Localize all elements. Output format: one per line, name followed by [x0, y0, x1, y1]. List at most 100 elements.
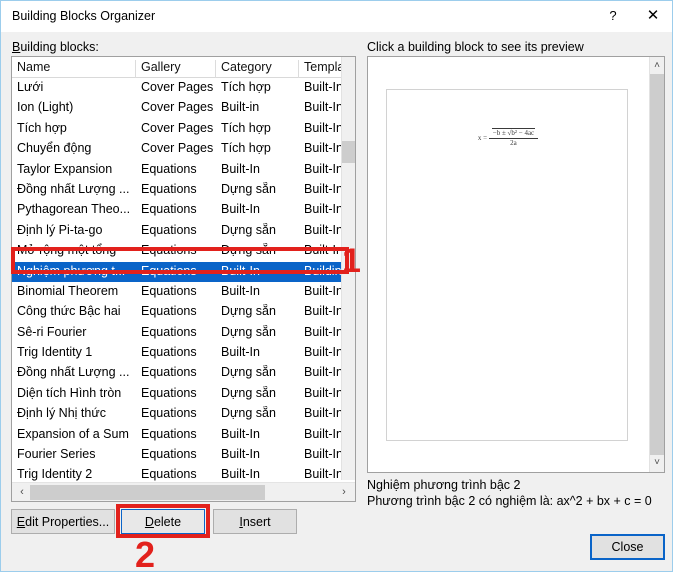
- cell-gallery: Equations: [141, 447, 217, 461]
- cell-name: Binomial Theorem: [17, 284, 137, 298]
- cell-template: Built-In l: [304, 284, 341, 298]
- cell-name: Chuyển động: [17, 141, 137, 155]
- cell-template: Built-In l: [304, 202, 341, 216]
- cell-category: Built-In: [221, 427, 301, 441]
- cell-name: Lưới: [17, 80, 137, 94]
- formula-denominator: 2a: [489, 139, 538, 147]
- preview-hint-label: Click a building block to see its previe…: [367, 40, 584, 54]
- cell-gallery: Equations: [141, 467, 217, 481]
- column-header-gallery[interactable]: Gallery: [136, 60, 216, 78]
- cell-template: Building: [304, 264, 341, 278]
- close-icon[interactable]: ✕: [633, 1, 673, 31]
- list-horizontal-scrollbar[interactable]: ‹ ›: [12, 482, 355, 501]
- cell-template: Built-In l: [304, 427, 341, 441]
- column-header-name[interactable]: Name: [12, 60, 136, 78]
- table-row[interactable]: Mở rộng một tổngEquationsDựng sẵnBuilt-I…: [12, 241, 341, 261]
- cell-gallery: Equations: [141, 202, 217, 216]
- cell-template: Built-In l: [304, 325, 341, 339]
- preview-scroll-down-arrow-icon[interactable]: ˅: [650, 455, 664, 471]
- scroll-left-arrow-icon[interactable]: ‹: [14, 484, 30, 501]
- cell-template: Built-In l: [304, 223, 341, 237]
- cell-name: Taylor Expansion: [17, 162, 137, 176]
- formula-fraction: −b ± √b² − 4ac 2a: [489, 130, 538, 147]
- table-row[interactable]: Chuyển độngCover PagesTích hợpBuilt-In l: [12, 139, 341, 159]
- table-row[interactable]: Diện tích Hình trònEquationsDựng sẵnBuil…: [12, 384, 341, 404]
- formula-numerator: −b ± √b² − 4ac: [489, 130, 538, 139]
- column-header-category[interactable]: Category: [216, 60, 299, 78]
- cell-gallery: Equations: [141, 365, 217, 379]
- cell-category: Dựng sẵn: [221, 223, 301, 237]
- description-title: Nghiệm phương trình bậc 2: [367, 478, 520, 492]
- cell-category: Tích hợp: [221, 121, 301, 135]
- edit-properties-button[interactable]: Edit Properties...: [11, 509, 115, 534]
- building-blocks-organizer-dialog: Building Blocks Organizer ? ✕ Building b…: [0, 0, 673, 572]
- preview-vertical-scroll-thumb[interactable]: [650, 74, 664, 455]
- cell-name: Tích hợp: [17, 121, 137, 135]
- preview-vertical-scrollbar[interactable]: ˄ ˅: [649, 57, 664, 472]
- table-row[interactable]: Ion (Light)Cover PagesBuilt-inBuilt-In l: [12, 98, 341, 118]
- cell-gallery: Cover Pages: [141, 100, 217, 114]
- table-row[interactable]: Trig Identity 1 Equations Built-InBuilt-In…: [12, 343, 341, 363]
- quadratic-formula: x = −b ± √b² − 4ac 2a: [387, 130, 629, 147]
- cell-template: Built-In l: [304, 345, 341, 359]
- help-icon[interactable]: ?: [593, 1, 633, 31]
- table-row[interactable]: Sê-ri FourierEquationsDựng sẵnBuilt-In l: [12, 323, 341, 343]
- table-row[interactable]: LướiCover PagesTích hợpBuilt-In l: [12, 78, 341, 98]
- table-row[interactable]: Đồng nhất Lượng ...EquationsDựng sẵnBuil…: [12, 363, 341, 383]
- cell-name: Trig Identity 2: [17, 467, 137, 481]
- cell-gallery: Equations: [141, 243, 217, 257]
- cell-name: Trig Identity 1: [17, 345, 137, 359]
- list-vertical-scroll-thumb[interactable]: [342, 141, 355, 163]
- cell-gallery: Equations: [141, 427, 217, 441]
- building-blocks-label: Building blocks:: [12, 40, 99, 54]
- cell-category: Dựng sẵn: [221, 406, 301, 420]
- preview-panel: x = −b ± √b² − 4ac 2a ˄ ˅: [367, 56, 665, 473]
- scroll-right-arrow-icon[interactable]: ›: [336, 484, 352, 501]
- cell-name: Đồng nhất Lượng ...: [17, 182, 137, 196]
- preview-scroll-up-arrow-icon[interactable]: ˄: [650, 58, 664, 74]
- table-row[interactable]: Taylor ExpansionEquationsBuilt-InBuilt-I…: [12, 160, 341, 180]
- cell-name: Định lý Pi-ta-go: [17, 223, 137, 237]
- table-row[interactable]: Tích hợpCover PagesTích hợpBuilt-In l: [12, 119, 341, 139]
- cell-gallery: Equations: [141, 304, 217, 318]
- table-row[interactable]: Trig Identity 2EquationsBuilt-InBuilt-In…: [12, 465, 341, 481]
- formula-numerator-text: −b ± √b² − 4ac: [492, 128, 535, 137]
- annotation-marker-2: 2: [135, 537, 155, 572]
- table-row[interactable]: Công thức Bậc haiEquationsDựng sẵnBuilt-…: [12, 302, 341, 322]
- cell-category: Tích hợp: [221, 141, 301, 155]
- table-row[interactable]: Định lý Nhị thứcEquationsDựng sẵnBuilt-I…: [12, 404, 341, 424]
- cell-template: Built-In l: [304, 141, 341, 155]
- table-row[interactable]: Định lý Pi-ta-go Equations Dựng sẵnBuilt-I…: [12, 221, 341, 241]
- cell-gallery: Equations: [141, 162, 217, 176]
- cell-gallery: Equations: [141, 325, 217, 339]
- table-row[interactable]: Expansion of a SumEquationsBuilt-InBuilt…: [12, 425, 341, 445]
- cell-gallery: Equations: [141, 345, 217, 359]
- column-header-template[interactable]: Templat: [299, 60, 341, 78]
- delete-accel: D: [145, 515, 154, 529]
- cell-gallery: Cover Pages: [141, 121, 217, 135]
- list-vertical-scrollbar[interactable]: [341, 57, 355, 480]
- title-bar: Building Blocks Organizer ? ✕: [1, 1, 673, 32]
- table-row[interactable]: Fourier SeriesEquationsBuilt-InBuilt-In …: [12, 445, 341, 465]
- cell-name: Sê-ri Fourier: [17, 325, 137, 339]
- cell-template: Built-In l: [304, 121, 341, 135]
- cell-gallery: Equations: [141, 284, 217, 298]
- cell-category: Dựng sẵn: [221, 182, 301, 196]
- cell-category: Built-In: [221, 264, 301, 278]
- cell-category: Built-In: [221, 202, 301, 216]
- cell-category: Built-In: [221, 345, 301, 359]
- cell-category: Dựng sẵn: [221, 304, 301, 318]
- cell-template: Built-In l: [304, 162, 341, 176]
- table-row[interactable]: Binomial TheoremEquationsBuilt-InBuilt-I…: [12, 282, 341, 302]
- cell-name: Công thức Bậc hai: [17, 304, 137, 318]
- insert-button[interactable]: Insert: [213, 509, 297, 534]
- cell-gallery: Equations: [141, 223, 217, 237]
- close-button[interactable]: Close: [590, 534, 665, 560]
- building-blocks-list[interactable]: Name Gallery Category Templat ˄ LướiCove…: [11, 56, 356, 502]
- table-row[interactable]: Nghiệm phương t...EquationsBuilt-InBuild…: [12, 262, 341, 282]
- table-row[interactable]: Đồng nhất Lượng ...EquationsDựng sẵnBuil…: [12, 180, 341, 200]
- delete-button[interactable]: Delete: [121, 509, 205, 534]
- list-horizontal-scroll-thumb[interactable]: [30, 485, 265, 500]
- cell-name: Diện tích Hình tròn: [17, 386, 137, 400]
- table-row[interactable]: Pythagorean Theo...EquationsBuilt-InBuil…: [12, 200, 341, 220]
